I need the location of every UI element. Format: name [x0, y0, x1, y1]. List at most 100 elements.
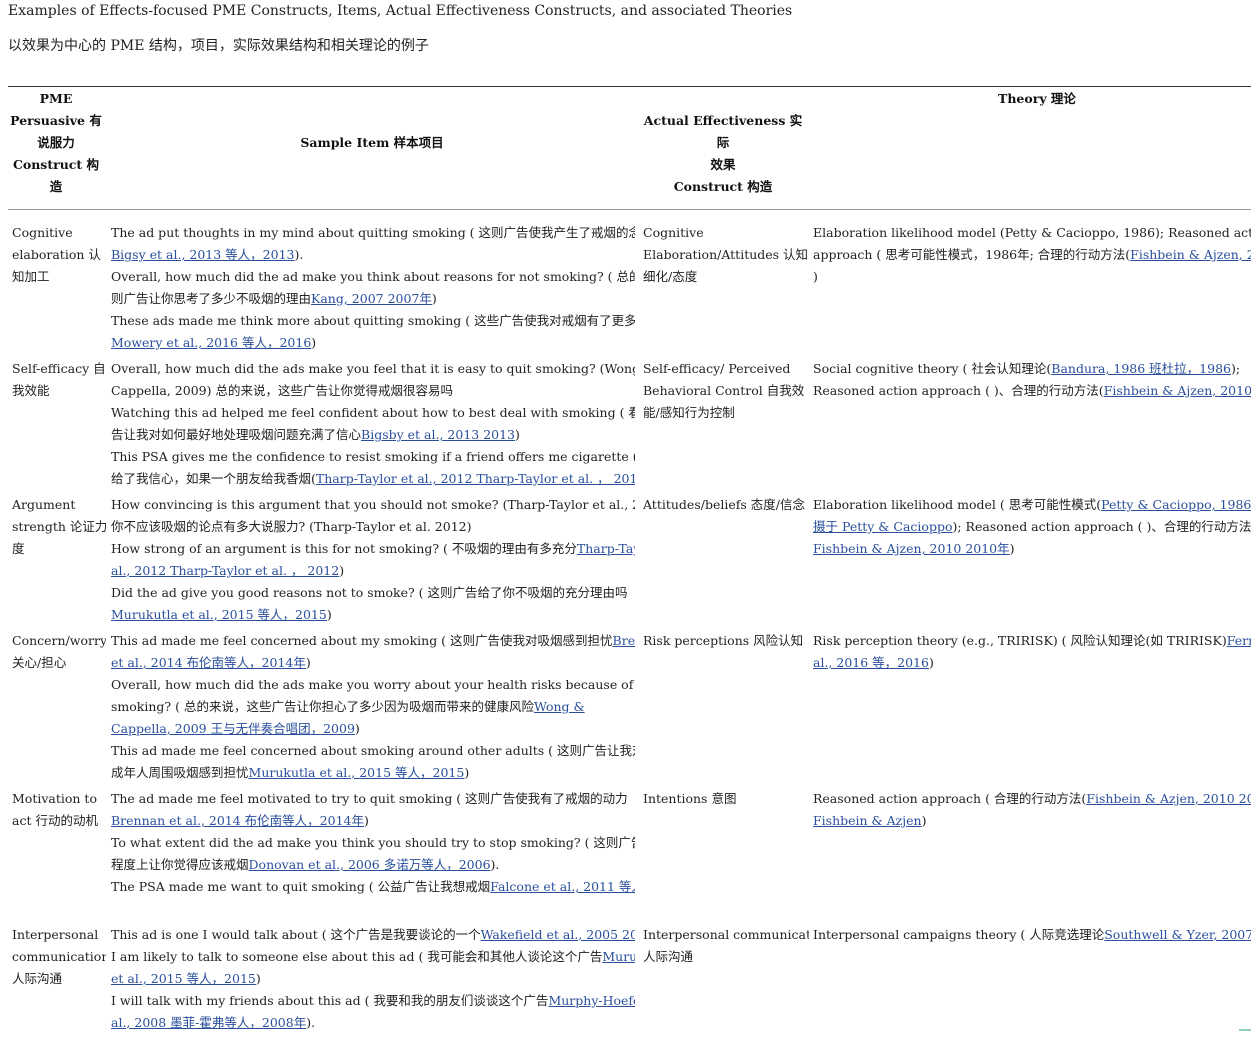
actual-line: 能/感知行为控制 — [643, 405, 735, 420]
cell-text: ). — [490, 857, 500, 872]
actual-line: Interpersonal communication — [643, 927, 809, 942]
construct-line: elaboration 认 — [12, 247, 101, 262]
cell-text: Watching this ad helped me feel confiden… — [111, 405, 635, 420]
citation-link[interactable]: Mowery et al., 2016 等人，2016 — [111, 335, 311, 350]
cell-line: To what extent did the ad make you think… — [111, 832, 635, 854]
citation-link[interactable]: Brennan — [613, 633, 635, 648]
theory-cell: Interpersonal campaigns theory ( 人际竞选理论S… — [813, 924, 1251, 946]
citation-link[interactable]: Southwell & Yzer, 2007 2007 — [1104, 927, 1251, 942]
citation-link[interactable]: Fishbein & Ajzen, 2010 2010年 — [813, 541, 1010, 556]
cell-text: ) — [464, 765, 470, 780]
cell-text: ) — [305, 655, 311, 670]
cell-text: ) — [354, 721, 360, 736]
cell-text: How convincing is this argument that you… — [111, 497, 635, 512]
construct-line: 知加工 — [12, 269, 50, 284]
cell-text: Overall, how much did the ads make you f… — [111, 361, 635, 376]
citation-link[interactable]: Bigsby et al., 2013 2013 — [361, 427, 515, 442]
citation-link[interactable]: Murukutla et al., 2015 等人，2015 — [249, 765, 465, 780]
cell-text: This ad made me feel concerned about smo… — [111, 743, 635, 758]
header-sample-item: Sample Item 样本项目 — [300, 135, 444, 150]
citation-link[interactable]: Fishbein & Ajzen, 2010 2010 — [1104, 383, 1251, 398]
citation-link[interactable]: et al., 2014 布伦南等人，2014年 — [111, 655, 306, 670]
cell-line: Overall, how much did the ad make you th… — [111, 266, 635, 288]
citation-link[interactable]: Cappella, 2009 王与无伴奏合唱团，2009 — [111, 721, 355, 736]
citation-link[interactable]: Fishbein & Ajzen, 201 — [1130, 247, 1251, 262]
citation-link[interactable]: Murphy-Hoefer et — [548, 993, 635, 1008]
cell-line: 摄于 Petty & Cacioppo); Reasoned action ap… — [813, 516, 1251, 538]
cell-line: Brennan et al., 2014 布伦南等人，2014年) — [111, 810, 635, 832]
cell-line: This ad made me feel concerned about my … — [111, 630, 635, 652]
cell-line: Watching this ad helped me feel confiden… — [111, 402, 635, 424]
construct-cell: Cognitive elaboration 认知加工 — [12, 222, 106, 288]
citation-link[interactable]: et al., 2015 等人，2015 — [111, 971, 256, 986]
construct-cell: Motivation to act 行动的动机 — [12, 788, 106, 832]
cell-text: ) — [339, 563, 345, 578]
citation-link[interactable]: Wong & — [534, 699, 585, 714]
cell-text: ) — [515, 427, 520, 442]
cell-line: smoking? ( 总的来说，这些广告让你担心了多少因为吸烟而带来的健康风险W… — [111, 696, 635, 718]
header-construct: PME Persuasive 有 说服力 Construct 构 造 — [10, 91, 102, 194]
cell-text: How strong of an argument is this for no… — [111, 541, 577, 556]
citation-link[interactable]: al., 2012 Tharp-Taylor et al. ， 2012 — [111, 563, 339, 578]
cell-line: This ad is one I would talk about ( 这个广告… — [111, 924, 635, 946]
cell-line: al., 2016 等，2016) — [813, 652, 1251, 674]
cell-text: Elaboration likelihood model (Petty & Ca… — [813, 225, 1251, 240]
citation-link[interactable]: Donovan et al., 2006 多诺万等人，2006 — [249, 857, 491, 872]
citation-link[interactable]: Fishbein & Azjen — [813, 813, 922, 828]
citation-link[interactable]: Fishbein & Azjen, 2010 2010年， — [1086, 791, 1251, 806]
citation-link[interactable]: al., 2008 墨菲-霍弗等人，2008年 — [111, 1015, 306, 1030]
cell-line: Murukutla et al., 2015 等人，2015) — [111, 604, 635, 626]
cell-line: This ad made me feel concerned about smo… — [111, 740, 635, 762]
cell-text: To what extent did the ad make you think… — [111, 835, 635, 850]
citation-link[interactable]: 摄于 Petty & Cacioppo — [813, 519, 952, 534]
citation-link[interactable]: al., 2016 等，2016 — [813, 655, 929, 670]
cell-line: Did the ad give you good reasons not to … — [111, 582, 635, 604]
cell-text: The ad made me feel motivated to try to … — [111, 791, 628, 806]
cell-line: Reasoned action approach ( 合理的行动方法(Fishb… — [813, 788, 1251, 810]
header-bottom-rule — [8, 209, 1251, 210]
cell-line: The ad put thoughts in my mind about qui… — [111, 222, 635, 244]
citation-link[interactable]: Murukutla — [602, 949, 635, 964]
cell-text: The ad put thoughts in my mind about qui… — [111, 225, 635, 240]
actual-line: 人际沟通 — [643, 949, 694, 964]
citation-link[interactable]: Tharp-Taylor et al., 2012 Tharp-Taylor e… — [316, 471, 635, 486]
cell-text: Elaboration likelihood model ( 思考可能性模式( — [813, 497, 1102, 512]
citation-link[interactable]: Falcone et al., 2011 等人， — [490, 879, 635, 894]
citation-link[interactable]: Bigsy et al., 2013 等人，2013 — [111, 247, 295, 262]
cell-line: This PSA gives me the confidence to resi… — [111, 446, 635, 468]
cell-text: 告让我对如何最好地处理吸烟问题充满了信心 — [111, 427, 362, 442]
cell-line: et al., 2014 布伦南等人，2014年) — [111, 652, 635, 674]
cell-line: al., 2008 墨菲-霍弗等人，2008年). — [111, 1012, 635, 1034]
citation-link[interactable]: Petty & Cacioppo, 1986 1986年 — [1101, 497, 1251, 512]
cell-text: ); Reasoned action approach ( )、合理的行动方法 — [952, 519, 1251, 534]
cell-line: Bigsy et al., 2013 等人，2013). — [111, 244, 635, 266]
cell-text: smoking? ( 总的来说，这些广告让你担心了多少因为吸烟而带来的健康风险 — [111, 699, 534, 714]
citation-link[interactable]: Ferrer et — [1227, 633, 1251, 648]
cell-line: Mowery et al., 2016 等人，2016) — [111, 332, 635, 354]
construct-line: 关心/担心 — [12, 655, 67, 670]
cell-line: 你不应该吸烟的论点有多大说服力? (Tharp-Taylor et al. 20… — [111, 516, 635, 538]
citation-link[interactable]: Brennan et al., 2014 布伦南等人，2014年 — [111, 813, 364, 828]
theory-cell: Social cognitive theory ( 社会认知理论(Bandura… — [813, 358, 1251, 402]
construct-line: Interpersonal — [12, 927, 99, 942]
theory-cell: Reasoned action approach ( 合理的行动方法(Fishb… — [813, 788, 1251, 832]
construct-line: strength 论证力 — [12, 519, 106, 534]
citation-link[interactable]: Wakefield et al., 2005 2005 — [481, 927, 635, 942]
cell-text: Did the ad give you good reasons not to … — [111, 585, 628, 600]
cell-text: ) — [255, 971, 261, 986]
citation-link[interactable]: Murukutla et al., 2015 等人，2015 — [111, 607, 327, 622]
cell-line: Elaboration likelihood model ( 思考可能性模式(P… — [813, 494, 1251, 516]
cell-text: ). — [306, 1015, 316, 1030]
actual-effectiveness-cell: Attitudes/beliefs 态度/信念 — [643, 494, 809, 516]
actual-effectiveness-cell: Intentions 意图 — [643, 788, 809, 810]
actual-line: Intentions 意图 — [643, 791, 737, 806]
cell-text: Cappella, 2009) 总的来说，这些广告让你觉得戒烟很容易吗 — [111, 383, 453, 398]
cell-text: ) — [921, 813, 927, 828]
citation-link[interactable]: Bandura, 1986 班杜拉，1986 — [1051, 361, 1231, 376]
cell-line: ) — [813, 266, 1251, 288]
citation-link[interactable]: Kang, 2007 2007年 — [311, 291, 432, 306]
table-top-rule — [8, 86, 1251, 87]
scroll-corner-mark — [1239, 1029, 1251, 1037]
citation-link[interactable]: Tharp-Taylor et — [577, 541, 635, 556]
cell-text: ). — [294, 247, 304, 262]
